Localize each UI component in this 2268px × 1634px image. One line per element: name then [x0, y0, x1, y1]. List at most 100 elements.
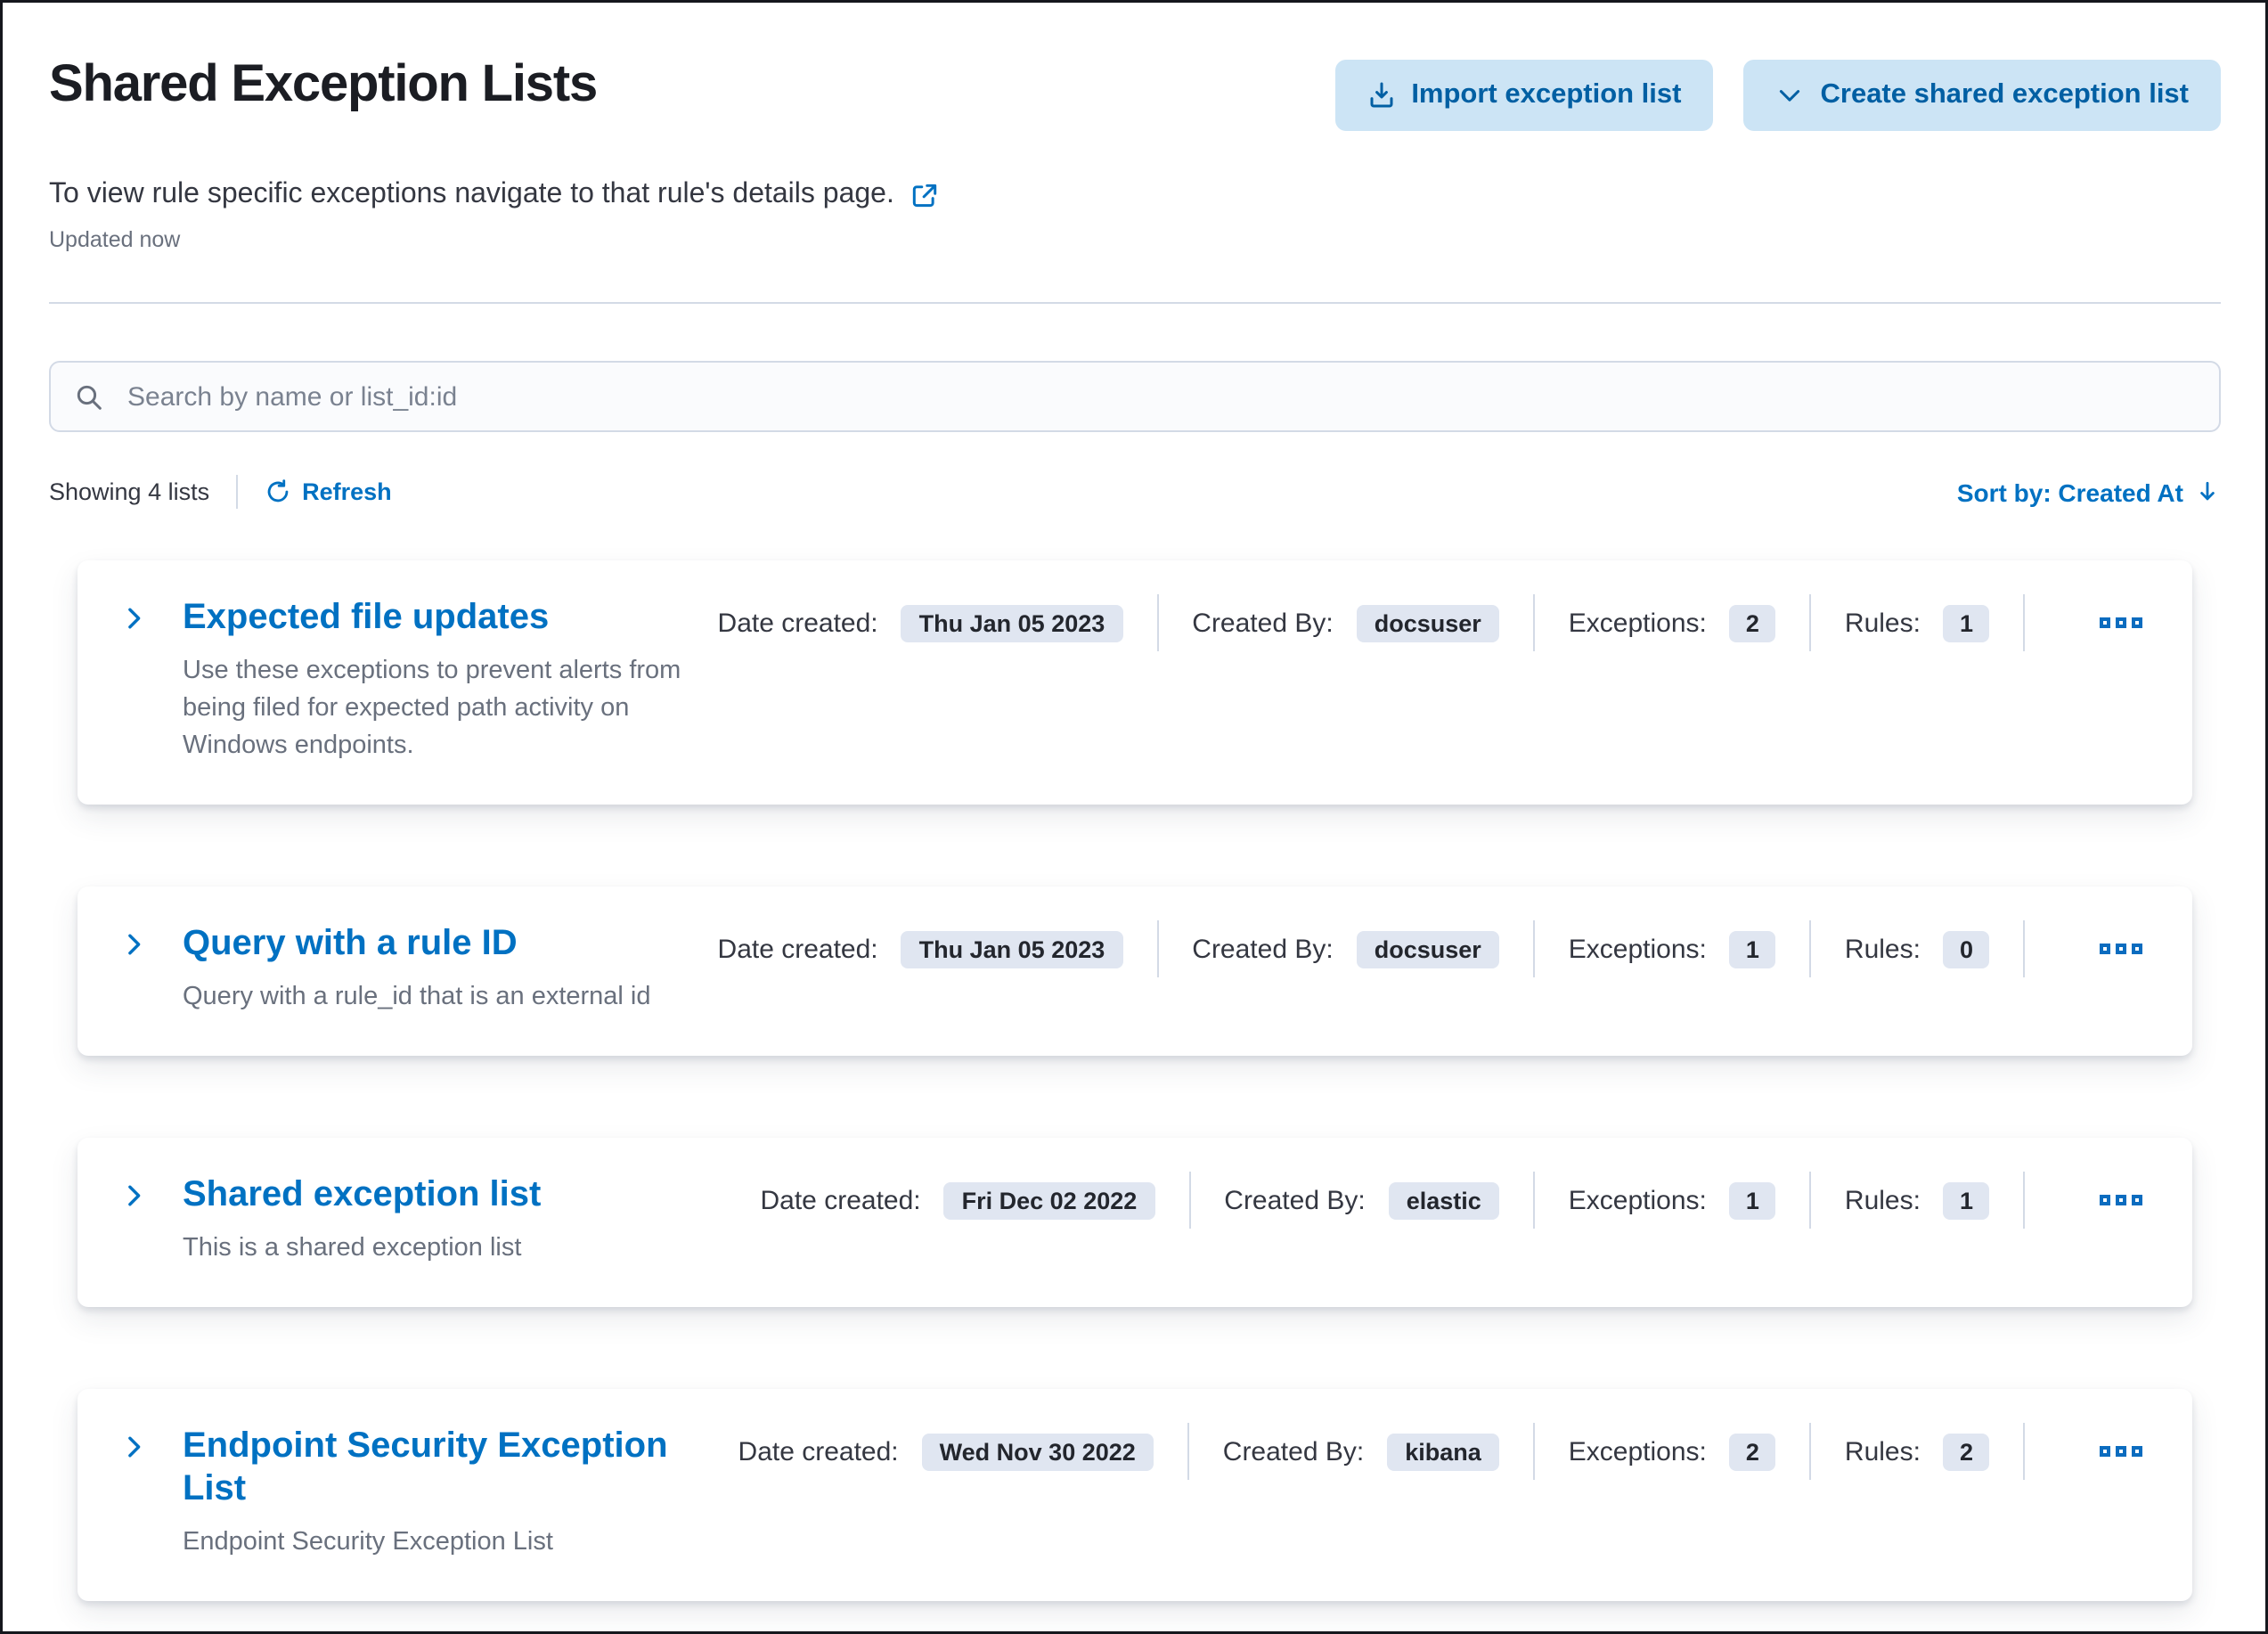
chevron-right-icon [120, 1434, 147, 1460]
meta-divider [1808, 920, 1811, 978]
last-updated-text: Updated now [49, 227, 181, 252]
search-bar [49, 361, 2221, 432]
exception-list: Expected file updates Use these exceptio… [49, 560, 2221, 1602]
page-subtitle: To view rule specific exceptions navigat… [49, 179, 2221, 211]
expand-card-button[interactable] [113, 1426, 154, 1467]
meta-divider [1532, 594, 1535, 651]
refresh-icon [265, 478, 291, 505]
meta-divider [1532, 1423, 1535, 1481]
meta-divider [1808, 1172, 1811, 1230]
date-created-label: Date created: [717, 934, 878, 965]
exception-list-description: Use these exceptions to prevent alerts f… [183, 657, 681, 761]
search-icon [74, 381, 104, 412]
date-created-badge: Thu Jan 05 2023 [901, 930, 1123, 968]
created-by-badge: kibana [1387, 1433, 1499, 1471]
boxes-horizontal-icon [2116, 944, 2126, 955]
exception-list-name-link[interactable]: Expected file updates [183, 596, 549, 639]
exceptions-label: Exceptions: [1568, 934, 1707, 965]
meta-divider [1156, 594, 1159, 651]
app-window: Shared Exception Lists Import exception … [0, 0, 2268, 1634]
date-created-badge: Fri Dec 02 2022 [943, 1181, 1155, 1220]
exceptions-label: Exceptions: [1568, 1436, 1707, 1467]
refresh-label: Refresh [302, 478, 392, 505]
chevron-right-icon [120, 605, 147, 632]
boxes-horizontal-icon [2116, 617, 2126, 628]
created-by-label: Created By: [1222, 1436, 1365, 1467]
exception-list-card: Query with a rule ID Query with a rule_i… [78, 886, 2192, 1057]
exception-list-description: This is a shared exception list [183, 1234, 522, 1263]
card-meta: Date created: Thu Jan 05 2023 Created By… [717, 594, 2150, 651]
rules-label: Rules: [1844, 1185, 1921, 1216]
import-exception-list-button[interactable]: Import exception list [1334, 60, 1714, 131]
boxes-horizontal-icon [2132, 1446, 2142, 1458]
boxes-horizontal-icon [2100, 617, 2110, 628]
meta-divider [1532, 1172, 1535, 1230]
card-text: Expected file updates Use these exceptio… [183, 596, 718, 765]
page-header: Shared Exception Lists Import exception … [49, 56, 2221, 131]
exception-list-card: Endpoint Security Exception List Endpoin… [78, 1389, 2192, 1602]
chevron-right-icon [120, 1182, 147, 1209]
date-created-label: Date created: [760, 1185, 921, 1216]
boxes-horizontal-icon [2132, 944, 2142, 955]
boxes-horizontal-icon [2132, 1195, 2142, 1206]
page-title: Shared Exception Lists [49, 56, 598, 113]
refresh-button[interactable]: Refresh [265, 478, 392, 505]
rules-label: Rules: [1844, 608, 1921, 638]
created-by-label: Created By: [1192, 934, 1334, 965]
boxes-horizontal-icon [2100, 1446, 2110, 1458]
rules-count-badge: 0 [1943, 930, 1989, 968]
rules-count-badge: 1 [1943, 604, 1989, 641]
meta-divider [1808, 594, 1811, 651]
sort-by-button[interactable]: Sort by: Created At [1957, 478, 2221, 506]
date-created-label: Date created: [738, 1436, 899, 1467]
card-menu-button[interactable] [2093, 610, 2150, 635]
rules-count-badge: 2 [1943, 1433, 1989, 1471]
showing-count: Showing 4 lists [49, 478, 210, 505]
header-divider [49, 302, 2221, 304]
expand-card-button[interactable] [113, 1175, 154, 1216]
expand-card-button[interactable] [113, 924, 154, 965]
date-created-label: Date created: [717, 608, 878, 638]
search-input[interactable] [124, 380, 2196, 413]
meta-divider [1187, 1423, 1189, 1481]
create-shared-exception-list-button[interactable]: Create shared exception list [1743, 60, 2221, 131]
created-by-badge: docsuser [1356, 604, 1499, 641]
meta-divider [1808, 1423, 1811, 1481]
card-meta: Date created: Wed Nov 30 2022 Created By… [738, 1423, 2150, 1481]
download-tray-icon [1367, 81, 1395, 110]
created-by-label: Created By: [1224, 1185, 1366, 1216]
boxes-horizontal-icon [2116, 1446, 2126, 1458]
exception-list-name-link[interactable]: Shared exception list [183, 1173, 541, 1216]
exception-list-description: Endpoint Security Exception List [183, 1528, 553, 1557]
meta-divider [1188, 1172, 1191, 1230]
card-text: Endpoint Security Exception List Endpoin… [183, 1425, 738, 1562]
import-button-label: Import exception list [1411, 79, 1682, 110]
created-by-label: Created By: [1192, 608, 1334, 638]
exception-list-card: Expected file updates Use these exceptio… [78, 560, 2192, 805]
card-text: Shared exception list This is a shared e… [183, 1173, 761, 1268]
boxes-horizontal-icon [2132, 617, 2142, 628]
card-body: Query with a rule ID Query with a rule_i… [183, 920, 2150, 1017]
exceptions-label: Exceptions: [1568, 1185, 1707, 1216]
external-link-icon[interactable] [910, 180, 941, 210]
shared-exception-lists-page: Shared Exception Lists Import exception … [3, 3, 2265, 1631]
created-by-badge: docsuser [1356, 930, 1499, 968]
exceptions-count-badge: 1 [1729, 930, 1775, 968]
card-menu-button[interactable] [2093, 1188, 2150, 1213]
card-meta: Date created: Fri Dec 02 2022 Created By… [760, 1172, 2150, 1230]
meta-divider [2023, 594, 2025, 651]
header-actions: Import exception list Create shared exce… [1334, 60, 2221, 131]
create-button-label: Create shared exception list [1820, 79, 2190, 110]
card-menu-button[interactable] [2093, 936, 2150, 961]
exception-list-name-link[interactable]: Endpoint Security Exception List [183, 1425, 717, 1510]
card-menu-button[interactable] [2093, 1439, 2150, 1464]
exceptions-count-badge: 2 [1729, 604, 1775, 641]
sort-label: Sort by: Created At [1956, 478, 2183, 506]
boxes-horizontal-icon [2116, 1195, 2126, 1206]
card-body: Endpoint Security Exception List Endpoin… [183, 1423, 2150, 1562]
exception-list-name-link[interactable]: Query with a rule ID [183, 922, 518, 965]
meta-divider [2023, 1172, 2025, 1230]
rules-label: Rules: [1844, 1436, 1921, 1467]
exception-list-description: Query with a rule_id that is an external… [183, 983, 651, 1012]
expand-card-button[interactable] [113, 598, 154, 639]
